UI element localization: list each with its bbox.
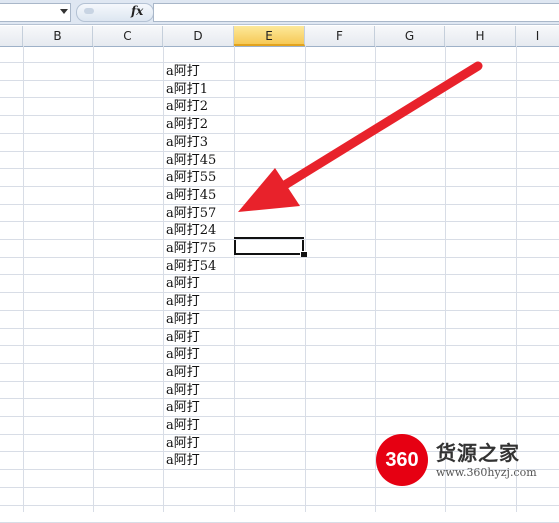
watermark: 360 货源之家 www.360hyzj.com	[376, 432, 559, 486]
watermark-title: 货源之家	[436, 441, 520, 465]
watermark-logo: 360	[376, 434, 428, 486]
annotation-arrow-head	[238, 168, 300, 212]
watermark-url: www.360hyzj.com	[436, 466, 537, 479]
annotation-arrow-shaft	[275, 61, 483, 193]
